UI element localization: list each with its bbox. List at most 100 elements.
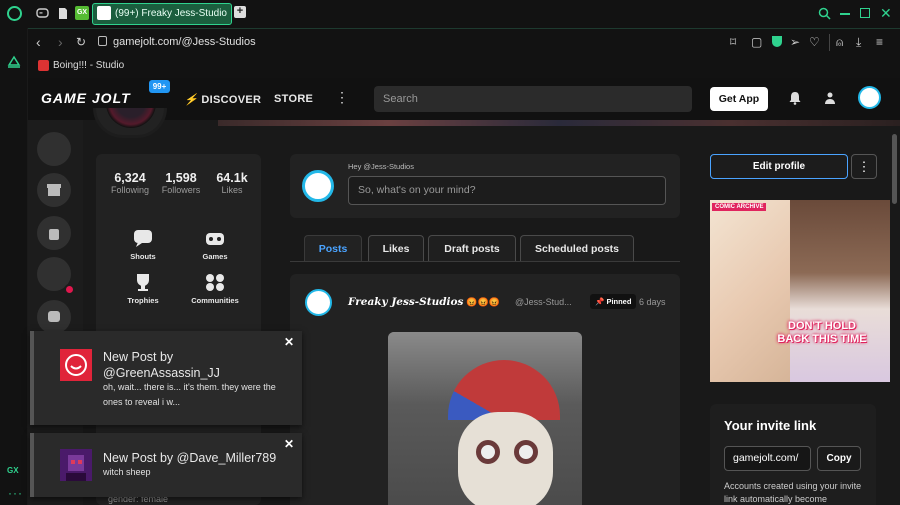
discover-label: DISCOVER <box>201 94 262 106</box>
invite-title: Your invite link <box>724 418 817 433</box>
friends-icon[interactable] <box>823 91 837 105</box>
stats-row: 6,324 Following 1,598 Followers 64.1k Li… <box>106 171 256 195</box>
gamejolt-favicon-icon <box>97 6 111 20</box>
close-notification-icon[interactable]: ✕ <box>284 437 294 451</box>
notification-toast-2[interactable]: New Post by @Dave_Miller789 witch sheep … <box>30 433 302 497</box>
page-scrollbar[interactable] <box>892 134 897 204</box>
invite-link-field[interactable]: gamejolt.com/ <box>724 446 811 471</box>
profile-more-button[interactable]: ⋮ <box>851 154 877 179</box>
post-composer-input[interactable]: So, what's on your mind? <box>348 176 666 205</box>
close-notification-icon[interactable]: ✕ <box>284 335 294 349</box>
unread-dot <box>64 284 75 295</box>
notification-title: New Post by @Dave_Miller789 <box>103 451 277 465</box>
reload-icon[interactable]: ↻ <box>76 34 86 50</box>
lock-icon[interactable] <box>98 36 107 46</box>
opera-gx-menu-icon[interactable] <box>7 6 22 21</box>
stat-value: 6,324 <box>114 171 146 185</box>
minimize-icon[interactable] <box>840 13 850 15</box>
gx-label[interactable]: GX <box>7 466 19 475</box>
discover-link[interactable]: ⚡ DISCOVER <box>184 93 261 106</box>
more-icon[interactable]: ··· <box>8 486 23 500</box>
stat-label: Following <box>110 185 150 195</box>
pinned-label: Pinned <box>606 297 632 306</box>
forward-icon[interactable]: › <box>58 34 63 50</box>
sidebar-app-1-icon[interactable] <box>37 132 71 166</box>
account-icon[interactable]: ⍝ <box>836 34 843 50</box>
snapshot-icon[interactable]: ▢ <box>751 34 762 50</box>
tab-posts[interactable]: Posts <box>304 235 362 261</box>
download-icon[interactable]: ⤓ <box>856 34 861 50</box>
gx-sidebar: GX ··· <box>0 28 28 505</box>
author-name-text: Freaky Jess-Studios <box>348 296 464 308</box>
gx-control-icon[interactable] <box>6 54 22 70</box>
search-tabs-icon[interactable] <box>818 7 831 20</box>
notification-toast-1[interactable]: New Post by @GreenAssassin_JJ oh, wait..… <box>30 331 302 425</box>
edit-profile-button[interactable]: Edit profile <box>710 154 848 179</box>
notification-avatar <box>60 349 92 381</box>
chat-icon[interactable] <box>37 300 71 334</box>
pinned-post-card: Freaky Jess-Studios 😡😡😡 @Jess-Stud... 📌 … <box>290 274 680 505</box>
comic-ad[interactable]: COMIC ARCHIVE DON'T HOLD BACK THIS TIME <box>710 200 890 382</box>
post-author-handle[interactable]: @Jess-Stud... <box>515 297 572 307</box>
url-text[interactable]: gamejolt.com/@Jess-Studios <box>113 36 256 48</box>
tab-draft-posts[interactable]: Draft posts <box>428 235 516 261</box>
stat-followers[interactable]: 1,598 Followers <box>157 171 205 195</box>
menu-icon[interactable]: ≡ <box>876 34 883 50</box>
communities-label: Communities <box>191 296 239 305</box>
invite-description: Accounts created using your invite link … <box>724 481 862 504</box>
bookmark-boing[interactable]: Boing!!! - Studio <box>53 60 124 71</box>
bell-icon[interactable] <box>789 91 801 105</box>
stat-following[interactable]: 6,324 Following <box>106 171 154 195</box>
active-tab[interactable]: (99+) Freaky Jess-Studio <box>92 3 232 25</box>
ad-text: DON'T HOLD BACK THIS TIME <box>777 320 867 345</box>
games-link[interactable]: Games <box>180 229 250 261</box>
author-emojis: 😡😡😡 <box>466 297 501 307</box>
stat-value: 64.1k <box>216 171 248 185</box>
communities-link[interactable]: Communities <box>180 273 250 305</box>
stat-likes[interactable]: 64.1k Likes <box>208 171 256 195</box>
send-icon[interactable]: ➢ <box>790 34 800 50</box>
gx-corner-tab-icon[interactable]: GX <box>75 6 89 20</box>
composer-greeting: Hey @Jess-Studios <box>348 162 414 171</box>
store-link[interactable]: STORE <box>274 93 313 105</box>
stat-value: 1,598 <box>165 171 197 185</box>
pin-icon[interactable]: ⌑ <box>730 34 736 50</box>
back-icon[interactable]: ‹ <box>36 34 41 50</box>
notification-body: oh, wait... there is... it's them. they … <box>103 382 276 407</box>
profile-avatar[interactable] <box>93 108 167 138</box>
header-banner <box>218 120 900 126</box>
store-icon[interactable] <box>37 173 71 207</box>
post-image[interactable] <box>388 332 582 505</box>
new-tab-button[interactable]: + <box>234 6 246 18</box>
pinned-badge: 📌 Pinned <box>590 294 637 309</box>
post-author-avatar[interactable] <box>305 289 332 316</box>
gamejolt-logo[interactable]: GAME JOLT <box>41 90 131 106</box>
restore-icon[interactable] <box>860 8 870 18</box>
tab-divider <box>290 261 680 262</box>
close-window-icon[interactable]: ✕ <box>880 6 892 20</box>
copy-invite-button[interactable]: Copy <box>817 446 861 471</box>
pin-icon: 📌 <box>595 297 605 306</box>
trophies-label: Trophies <box>127 296 159 305</box>
shield-icon[interactable] <box>772 36 782 47</box>
tab-scheduled-posts[interactable]: Scheduled posts <box>520 235 634 261</box>
backpack-icon[interactable] <box>37 216 71 250</box>
document-tab-icon[interactable] <box>58 7 68 20</box>
shouts-link[interactable]: Shouts <box>108 229 178 261</box>
bookmarks-bar: Boing!!! - Studio <box>28 55 900 78</box>
invite-card: Your invite link gamejolt.com/ Copy Acco… <box>710 404 876 505</box>
get-app-button[interactable]: Get App <box>710 87 768 111</box>
post-author-name[interactable]: Freaky Jess-Studios 😡😡😡 <box>348 296 500 308</box>
user-avatar[interactable] <box>858 86 881 109</box>
tab-title: (99+) Freaky Jess-Studio <box>115 8 227 19</box>
trophies-link[interactable]: Trophies <box>108 273 178 305</box>
search-input[interactable]: Search <box>374 86 692 112</box>
ad-character <box>790 200 890 382</box>
ad-tag: COMIC ARCHIVE <box>712 203 767 211</box>
gamepad-icon[interactable] <box>36 6 49 20</box>
notification-avatar <box>60 449 92 481</box>
tab-likes[interactable]: Likes <box>368 235 424 261</box>
more-menu-icon[interactable]: ⋮ <box>335 90 349 104</box>
stat-label: Followers <box>161 185 201 195</box>
heart-icon[interactable]: ♡ <box>809 34 820 50</box>
